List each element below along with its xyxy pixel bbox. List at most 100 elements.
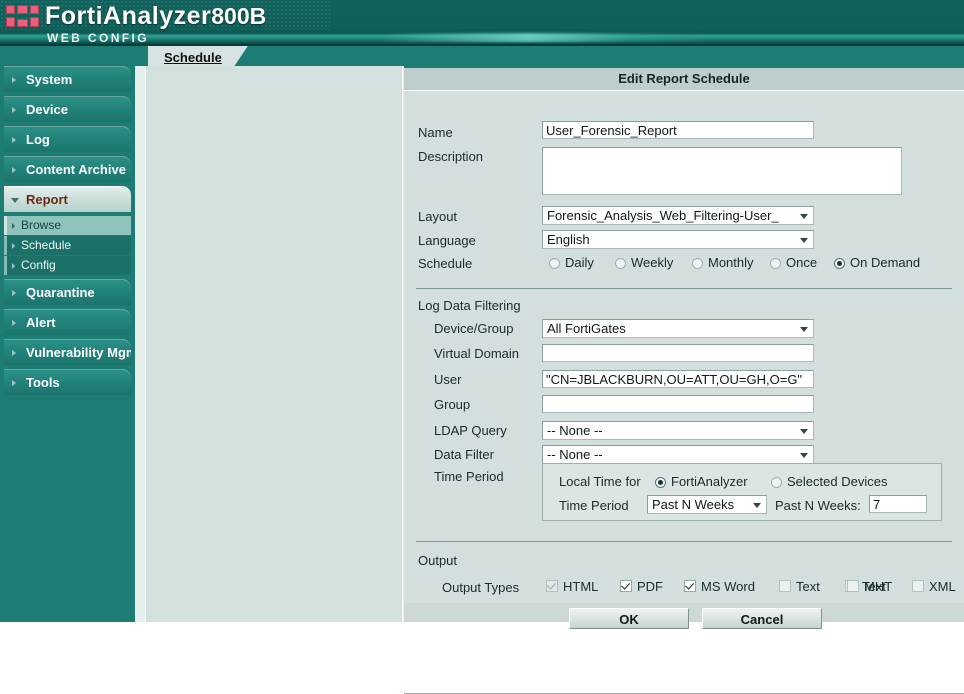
schedule-radio-monthly[interactable] [692,258,703,269]
time-period-select-value: Past N Weeks [652,497,735,512]
time-period-select[interactable]: Past N Weeks [647,495,767,514]
local-time-for-label: Local Time for [559,474,641,489]
schedule-option-label: Monthly [708,255,754,270]
output-type-label: XML [929,579,956,594]
output-type-checkbox-text[interactable] [779,580,791,592]
name-label: Name [418,125,453,140]
sidebar-subitem-config[interactable]: Config [4,256,131,275]
sidebar-item-report[interactable]: Report [4,186,131,212]
schedule-radio-daily[interactable] [549,258,560,269]
sidebar-item-vulnerability-mgmt[interactable]: Vulnerability Mgmt [4,339,131,365]
panel-title: Edit Report Schedule [404,68,964,91]
left-blank-pane [145,66,403,622]
sidebar-subitem-label: Config [21,258,56,272]
data-filter-select[interactable]: -- None -- [542,445,814,464]
device-group-label: Device/Group [434,321,514,336]
name-input[interactable] [542,121,814,139]
sidebar-subitem-label: Browse [21,218,62,232]
section-divider [416,288,952,289]
output-type-label: Text [796,579,820,594]
schedule-radio-weekly[interactable] [615,258,626,269]
schedule-option-label: Daily [565,255,594,270]
sidebar-item-label: System [26,72,73,87]
past-n-weeks-label: Past N Weeks: [775,498,861,513]
language-label: Language [418,233,476,248]
device-group-select-value: All FortiGates [547,321,626,336]
sidebar-subitem-label: Schedule [21,238,72,252]
schedule-radio-on-demand[interactable] [834,258,845,269]
sidebar-subitem-browse[interactable]: Browse [4,216,131,235]
sidebar-item-label: Tools [26,375,60,390]
section-divider [416,541,952,542]
schedule-radio-once[interactable] [770,258,781,269]
banner-sheen [380,33,710,42]
language-select-value: English [547,232,590,247]
panel-body: Name Description Layout Forensic_Analysi… [404,91,964,694]
button-bar: OK Cancel [404,603,964,629]
sidebar-item-system[interactable]: System [4,66,131,92]
sidebar-item-content-archive[interactable]: Content Archive [4,156,131,182]
chevron-down-icon [800,214,808,219]
sidebar-item-log[interactable]: Log [4,126,131,152]
sidebar-item-label: Vulnerability Mgmt [26,345,131,360]
ok-button[interactable]: OK [569,608,689,629]
sidebar-item-label: Content Archive [26,162,126,177]
sidebar-subitem-schedule[interactable]: Schedule [4,236,131,255]
sidebar-item-label: Quarantine [26,285,95,300]
output-type-checkbox-pdf[interactable] [620,580,632,592]
sidebar-item-label: Device [26,102,68,117]
edit-report-schedule-panel: Edit Report Schedule Name Description La… [404,66,964,694]
sidebar-item-label: Report [26,192,68,207]
output-type-checkbox-html[interactable] [546,580,558,592]
output-type-checkbox-ms-word[interactable] [684,580,696,592]
output-type-checkbox-mht[interactable] [847,580,859,592]
virtual-domain-input[interactable] [542,344,814,362]
output-type-label: MS Word [701,579,755,594]
sidebar-item-label: Alert [26,315,56,330]
output-header: Output [418,553,458,568]
chevron-down-icon [800,453,808,458]
output-type-label: PDF [637,579,663,594]
app-banner: FortiAnalyzer800B WEB CONFIG [0,0,964,46]
data-filter-select-value: -- None -- [547,447,603,462]
ldap-query-select-value: -- None -- [547,423,603,438]
language-select[interactable]: English [542,230,814,249]
ldap-query-select[interactable]: -- None -- [542,421,814,440]
description-textarea[interactable] [542,147,902,195]
layout-select-value: Forensic_Analysis_Web_Filtering-User_ [547,208,779,223]
group-label: Group [434,397,471,412]
sidebar-item-label: Log [26,132,50,147]
output-type-label: MHT [864,579,893,594]
schedule-option-label: Weekly [631,255,674,270]
group-input[interactable] [542,395,814,413]
layout-label: Layout [418,209,458,224]
sidebar-nav: System Device Log Content Archive Report… [0,66,135,622]
local-time-radio-fortianalyzer[interactable] [655,477,666,488]
device-group-select[interactable]: All FortiGates [542,319,814,338]
chevron-down-icon [800,238,808,243]
layout-select[interactable]: Forensic_Analysis_Web_Filtering-User_ [542,206,814,225]
cancel-button[interactable]: Cancel [702,608,822,629]
virtual-domain-label: Virtual Domain [434,346,520,361]
sidebar-item-alert[interactable]: Alert [4,309,131,335]
chevron-down-icon [800,327,808,332]
output-type-label: HTML [563,579,599,594]
past-n-weeks-input[interactable] [869,495,927,513]
user-input[interactable] [542,370,814,388]
product-title: FortiAnalyzer800B [45,2,266,31]
sidebar-item-device[interactable]: Device [4,96,131,122]
output-type-checkbox-xml[interactable] [912,580,924,592]
sidebar-item-tools[interactable]: Tools [4,369,131,395]
sidebar-item-quarantine[interactable]: Quarantine [4,279,131,305]
chevron-down-icon [753,503,761,508]
description-label: Description [418,149,484,164]
schedule-option-label: Once [786,255,818,270]
local-time-option-label: Selected Devices [787,474,888,489]
data-filter-label: Data Filter [434,447,494,462]
chevron-down-icon [800,429,808,434]
time-period-groupbox: Local Time for FortiAnalyzer Selected De… [542,463,942,521]
local-time-radio-selected-devices[interactable] [771,477,782,488]
fortinet-logo-icon [6,5,40,28]
time-period-label: Time Period [434,469,504,484]
output-types-label: Output Types [442,580,520,595]
